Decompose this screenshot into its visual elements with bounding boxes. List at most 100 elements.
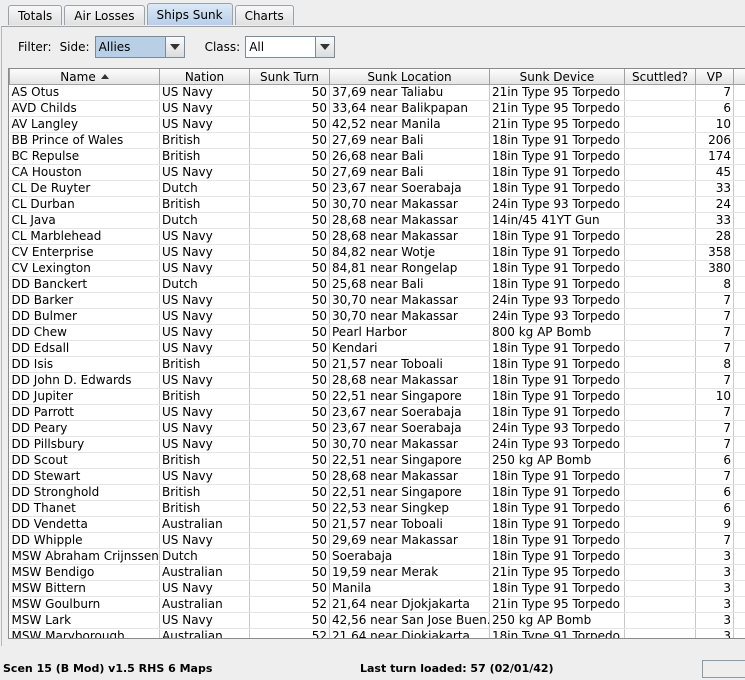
chevron-down-icon[interactable] (164, 37, 184, 57)
table-row[interactable]: CL Marblehead US Navy 50 28,68 near Makassa… (9, 228, 745, 245)
table-cell: Kendari (329, 340, 490, 357)
table-cell: DD Banckert (9, 276, 160, 293)
table-row[interactable]: CL Java Dutch 50 28,68 near Makassar 14in/45… (9, 212, 745, 229)
tab-bar: Totals Air Losses Ships Sunk Charts (8, 3, 296, 27)
table-row[interactable]: DD Banckert Dutch 50 25,68 near Bali 18in Ty… (9, 276, 745, 293)
table-cell: US Navy (159, 404, 250, 421)
table-row[interactable]: MSW Lark US Navy 50 42,56 near San Jose Bue… (9, 612, 745, 629)
table-cell: US Navy (159, 292, 250, 309)
ships-sunk-table[interactable]: Name Nation Sunk Turn Sunk Location Sunk Dev… (8, 68, 745, 639)
sort-ascending-icon (100, 73, 109, 79)
table-cell: 21in Type 95 Torpedo (489, 116, 625, 133)
table-row[interactable]: CV Lexington US Navy 50 84,81 near Rongelap… (9, 260, 745, 277)
table-cell: 3 (695, 628, 734, 638)
table-row[interactable]: DD Stronghold British 50 22,51 near Singapo… (9, 484, 745, 501)
table-row[interactable]: DD Thanet British 50 22,53 near Singkep 18in… (9, 500, 745, 517)
table-row[interactable]: DD Chew US Navy 50 Pearl Harbor 800 kg AP Bo… (9, 324, 745, 341)
table-cell: 250 kg AP Bomb (489, 452, 625, 469)
table-cell: 24in Type 93 Torpedo (489, 196, 625, 213)
chevron-down-icon[interactable] (315, 37, 335, 57)
table-row[interactable]: DD Stewart US Navy 50 28,68 near Makassar 18… (9, 468, 745, 485)
table-row[interactable]: DD Edsall US Navy 50 Kendari 18in Type 91 To… (9, 340, 745, 357)
table-cell: 24in Type 93 Torpedo (489, 436, 625, 453)
table-row[interactable]: DD Barker US Navy 50 30,70 near Makassar 24i… (9, 292, 745, 309)
table-row[interactable]: BB Prince of Wales British 50 27,69 near Ba… (9, 132, 745, 149)
table-row[interactable]: CL Durban British 50 30,70 near Makassar 24i… (9, 196, 745, 213)
table-cell-extra (733, 596, 745, 613)
table-cell: 50 (249, 420, 330, 437)
table-cell: 28,68 near Makassar (329, 212, 490, 229)
column-header-vp[interactable]: VP (695, 69, 734, 85)
column-header-sunk-turn[interactable]: Sunk Turn (249, 69, 330, 85)
table-row[interactable]: MSW Bittern US Navy 50 Manila 18in Type 91 T… (9, 580, 745, 597)
table-row[interactable]: DD Parrott US Navy 50 23,67 near Soerabaja 1… (9, 404, 745, 421)
status-field (702, 660, 745, 678)
table-row[interactable]: AS Otus US Navy 50 37,69 near Taliabu 21in T… (9, 84, 745, 101)
table-cell-extra (733, 260, 745, 277)
table-cell: 33 (695, 180, 734, 197)
column-header-name[interactable]: Name (9, 69, 160, 85)
table-cell (624, 132, 696, 149)
column-header-nation[interactable]: Nation (159, 69, 250, 85)
table-row[interactable]: DD Whipple US Navy 50 29,69 near Makassar 18… (9, 532, 745, 549)
table-row[interactable]: DD Pillsbury US Navy 50 30,70 near Makassar… (9, 436, 745, 453)
table-row[interactable]: MSW Abraham Crijnssen Dutch 50 Soerabaja 18i… (9, 548, 745, 565)
table-cell (624, 148, 696, 165)
table-cell: DD Whipple (9, 532, 160, 549)
table-cell: 50 (249, 180, 330, 197)
table-cell: 8 (695, 356, 734, 373)
table-cell: US Navy (159, 580, 250, 597)
table-row[interactable]: AV Langley US Navy 50 42,52 near Manila 21in… (9, 116, 745, 133)
table-cell (624, 340, 696, 357)
table-cell: 18in Type 91 Torpedo (489, 388, 625, 405)
column-header-sunk-device[interactable]: Sunk Device (489, 69, 625, 85)
table-cell: 7 (695, 404, 734, 421)
table-row[interactable]: AVD Childs US Navy 50 33,64 near Balikpapan… (9, 100, 745, 117)
table-cell: DD John D. Edwards (9, 372, 160, 389)
table-row[interactable]: CV Enterprise US Navy 50 84,82 near Wotje 18… (9, 244, 745, 261)
table-cell: Australian (159, 596, 250, 613)
table-cell (624, 84, 696, 101)
table-cell-extra (733, 436, 745, 453)
table-cell: DD Jupiter (9, 388, 160, 405)
column-header-sunk-location[interactable]: Sunk Location (329, 69, 490, 85)
tab-air-losses[interactable]: Air Losses (64, 5, 145, 25)
table-row[interactable]: CL De Ruyter Dutch 50 23,67 near Soerabaja 1… (9, 180, 745, 197)
tab-ships-sunk[interactable]: Ships Sunk (146, 3, 233, 25)
table-row[interactable]: BC Repulse British 50 26,68 near Bali 18in T… (9, 148, 745, 165)
table-row[interactable]: MSW Bendigo Australian 50 19,59 near Merak 2… (9, 564, 745, 581)
table-cell: 19,59 near Merak (329, 564, 490, 581)
table-cell: British (159, 148, 250, 165)
table-cell: 3 (695, 564, 734, 581)
table-cell: 6 (695, 484, 734, 501)
table-row[interactable]: DD John D. Edwards US Navy 50 28,68 near Ma… (9, 372, 745, 389)
table-row[interactable]: DD Bulmer US Navy 50 30,70 near Makassar 24i… (9, 308, 745, 325)
table-cell: DD Barker (9, 292, 160, 309)
table-row[interactable]: CA Houston US Navy 50 27,69 near Bali 18in T… (9, 164, 745, 181)
column-header-scuttled[interactable]: Scuttled? (624, 69, 696, 85)
table-cell (624, 388, 696, 405)
table-cell: US Navy (159, 420, 250, 437)
table-cell-extra (733, 292, 745, 309)
table-row[interactable]: DD Peary US Navy 50 23,67 near Soerabaja 24i… (9, 420, 745, 437)
table-cell: BC Repulse (9, 148, 160, 165)
table-row[interactable]: DD Jupiter British 50 22,51 near Singapore 1… (9, 388, 745, 405)
table-cell: 50 (249, 228, 330, 245)
table-row[interactable]: DD Scout British 50 22,51 near Singapore 250… (9, 452, 745, 469)
table-row[interactable]: MSW Goulburn Australian 52 21,64 near Djokj… (9, 596, 745, 613)
table-cell (624, 212, 696, 229)
class-select[interactable]: All (245, 36, 336, 58)
table-cell: 18in Type 91 Torpedo (489, 228, 625, 245)
table-cell: DD Edsall (9, 340, 160, 357)
side-select[interactable]: Allies (94, 36, 185, 58)
table-row[interactable]: MSW Maryborough Australian 52 21,64 near Dj… (9, 628, 745, 638)
table-row[interactable]: DD Isis British 50 21,57 near Toboali 18in T… (9, 356, 745, 373)
table-cell: US Navy (159, 164, 250, 181)
table-cell: 24 (695, 196, 734, 213)
table-cell: US Navy (159, 324, 250, 341)
table-cell (624, 532, 696, 549)
table-row[interactable]: DD Vendetta Australian 50 21,57 near Toboal… (9, 516, 745, 533)
tab-totals[interactable]: Totals (8, 5, 63, 25)
tab-charts[interactable]: Charts (234, 5, 294, 25)
table-cell: 358 (695, 244, 734, 261)
